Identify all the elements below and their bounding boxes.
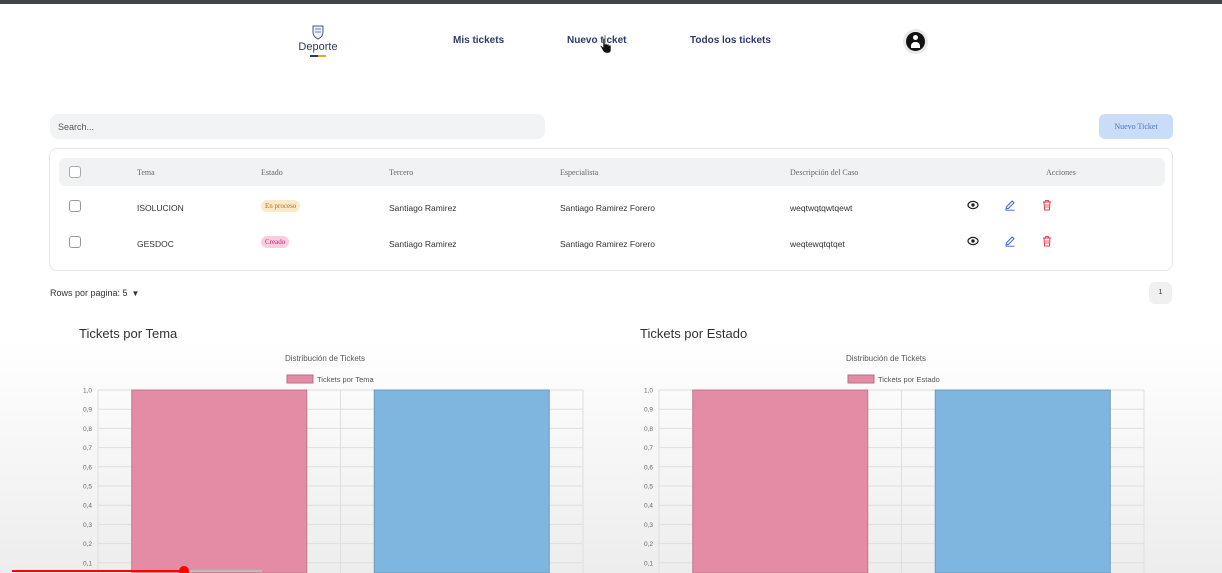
header-tema: Tema	[137, 168, 155, 177]
chart-title: Distribución de Tickets	[285, 354, 365, 363]
y-tick-label: 0,3	[83, 522, 92, 529]
video-progress-bar[interactable]	[0, 566, 262, 573]
cell-tema: ISOLUCION	[137, 203, 184, 213]
y-tick-label: 0,9	[644, 407, 653, 414]
y-tick-label: 1,0	[644, 388, 653, 395]
cell-descripcion: weqtewqtqtqet	[790, 239, 845, 249]
y-tick-label: 0,4	[83, 503, 92, 510]
y-tick-label: 0,2	[83, 541, 92, 548]
nav-nuevo-ticket[interactable]: Nuevo ticket	[567, 35, 626, 46]
new-ticket-button[interactable]: Nuevo Ticket	[1099, 114, 1173, 139]
table-header: Tema Estado Tercero Especialista Descrip…	[59, 158, 1165, 186]
y-tick-label: 0,9	[83, 407, 92, 414]
eye-icon[interactable]	[967, 235, 979, 247]
rows-per-page-select[interactable]: Rows por pagina: 5 ▼	[50, 288, 139, 298]
y-tick-label: 0,7	[644, 445, 653, 452]
nav-mis-tickets[interactable]: Mis tickets	[453, 35, 504, 46]
header-especialista: Especialista	[560, 168, 599, 177]
chart-heading-estado: Tickets por Estado	[640, 326, 748, 341]
window-top-bar	[0, 0, 1222, 4]
row-checkbox[interactable]	[69, 200, 81, 212]
crest-logo-icon	[312, 25, 324, 40]
bar	[692, 389, 869, 573]
brand-name: Deporte	[298, 41, 338, 53]
user-avatar-icon	[906, 32, 925, 51]
table-row: GESDOC Creado Santiago Ramirez Santiago …	[59, 225, 1165, 261]
y-tick-label: 0,1	[644, 560, 653, 567]
row-checkbox[interactable]	[69, 236, 81, 248]
eye-icon[interactable]	[967, 199, 979, 211]
cell-tercero: Santiago Ramirez	[389, 239, 457, 249]
tickets-por-tema-chart: Distribución de Tickets Tickets por Tema 0…	[83, 354, 584, 573]
chart-heading-tema: Tickets por Tema	[79, 326, 178, 341]
y-tick-label: 0,5	[644, 484, 653, 491]
cell-tema: GESDOC	[137, 239, 174, 249]
bar	[373, 389, 550, 573]
table-row: ISOLUCION En proceso Santiago Ramirez Sa…	[59, 189, 1165, 225]
cell-especialista: Santiago Ramirez Forero	[560, 203, 655, 213]
header-tercero: Tercero	[389, 168, 414, 177]
trash-icon[interactable]	[1041, 199, 1053, 211]
nav-todos-los-tickets[interactable]: Todos los tickets	[690, 35, 771, 46]
status-badge: Creado	[261, 236, 290, 248]
bar	[934, 389, 1111, 573]
y-tick-label: 0,7	[83, 445, 92, 452]
header-estado: Estado	[261, 168, 283, 177]
status-badge: En proceso	[261, 200, 301, 212]
page-number-button[interactable]: 1	[1149, 282, 1172, 304]
y-tick-label: 0,6	[83, 464, 92, 471]
search-input[interactable]	[50, 114, 545, 139]
chart-legend: Tickets por Estado	[847, 374, 940, 384]
tickets-table: Tema Estado Tercero Especialista Descrip…	[49, 148, 1173, 271]
y-tick-label: 0,2	[644, 541, 653, 548]
legend-label: Tickets por Tema	[317, 375, 375, 384]
trash-icon[interactable]	[1041, 235, 1053, 247]
cell-especialista: Santiago Ramirez Forero	[560, 239, 655, 249]
header-acciones: Acciones	[1046, 168, 1076, 177]
header-descripcion: Descripción del Caso	[790, 168, 859, 177]
y-tick-label: 0,6	[644, 464, 653, 471]
chart-title: Distribución de Tickets	[846, 354, 926, 363]
legend-label: Tickets por Estado	[878, 375, 940, 384]
cell-tercero: Santiago Ramirez	[389, 203, 457, 213]
video-progress-handle	[179, 566, 189, 573]
user-menu-button[interactable]	[903, 29, 928, 54]
hand-cursor-icon	[600, 38, 612, 54]
y-tick-label: 1,0	[83, 388, 92, 395]
y-tick-label: 0,5	[83, 484, 92, 491]
brand-underline	[310, 55, 326, 57]
y-tick-label: 0,3	[644, 522, 653, 529]
chart-legend: Tickets por Tema	[286, 374, 375, 384]
cell-descripcion: weqtwqtqwtqewt	[790, 203, 853, 213]
y-tick-label: 0,8	[83, 426, 92, 433]
legend-swatch	[286, 374, 314, 384]
y-tick-label: 0,4	[644, 503, 653, 510]
legend-swatch	[847, 374, 875, 384]
select-all-checkbox[interactable]	[69, 166, 81, 178]
pencil-icon[interactable]	[1004, 199, 1016, 211]
rows-per-page-label: Rows por pagina: 5	[50, 288, 128, 298]
chevron-down-icon: ▼	[131, 289, 140, 298]
brand-logo[interactable]: Deporte	[292, 24, 344, 60]
tickets-por-estado-chart: Distribución de Tickets Tickets por Estad…	[644, 354, 1145, 573]
bar	[131, 389, 308, 573]
y-tick-label: 0,8	[644, 426, 653, 433]
pencil-icon[interactable]	[1004, 235, 1016, 247]
